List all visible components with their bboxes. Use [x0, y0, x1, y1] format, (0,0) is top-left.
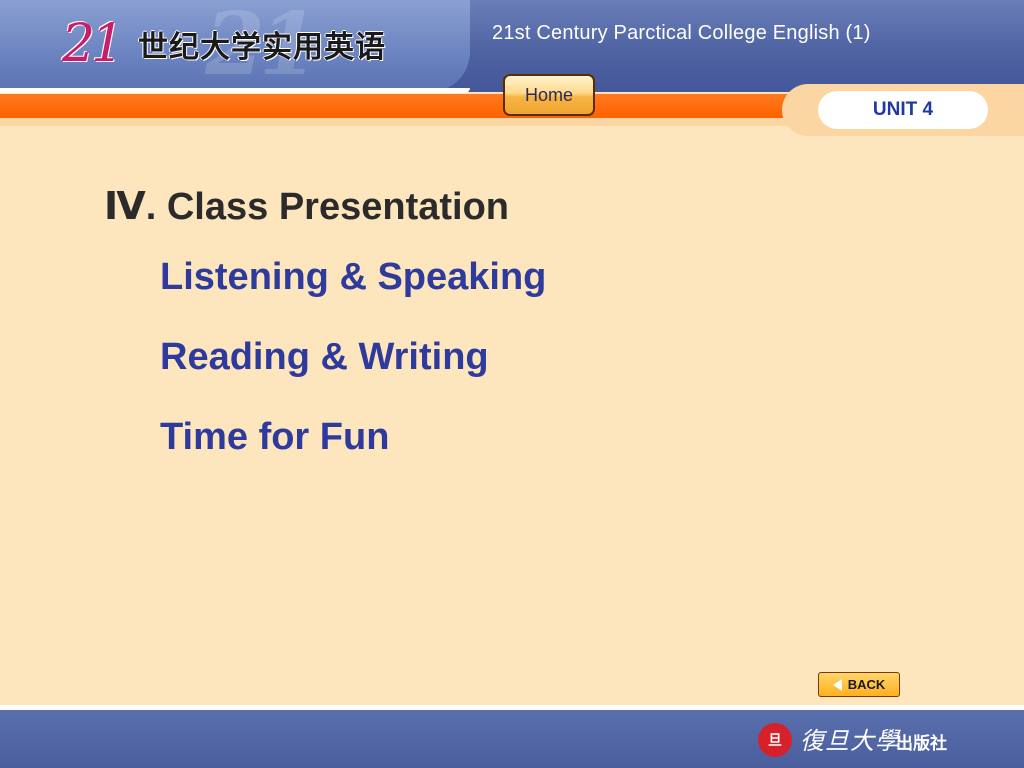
- back-button[interactable]: BACK: [818, 672, 900, 697]
- menu-link-listening-speaking[interactable]: Listening & Speaking: [160, 254, 546, 300]
- slide-page: 21 21 世纪大学实用英语 21st Century Parctical Co…: [0, 0, 1024, 768]
- back-arrow-icon: [832, 678, 842, 691]
- back-label: BACK: [847, 677, 886, 692]
- header-divider: [0, 88, 470, 93]
- publisher-suffix: 出版社: [896, 734, 947, 754]
- unit-badge: UNIT 4: [818, 91, 988, 129]
- section-title: Ⅳ. Class Presentation: [104, 186, 509, 228]
- publisher-seal-icon: 旦: [758, 723, 792, 757]
- logo-title: 世纪大学实用英语: [138, 30, 386, 65]
- publisher-name: 復旦大學: [800, 727, 900, 755]
- logo-number: 21: [62, 14, 124, 74]
- home-button[interactable]: Home: [503, 74, 595, 116]
- menu-link-time-for-fun[interactable]: Time for Fun: [160, 414, 389, 460]
- menu-link-reading-writing[interactable]: Reading & Writing: [160, 334, 489, 380]
- course-title: 21st Century Parctical College English (…: [492, 22, 871, 44]
- header-logo-panel: 21 21 世纪大学实用英语: [0, 0, 470, 95]
